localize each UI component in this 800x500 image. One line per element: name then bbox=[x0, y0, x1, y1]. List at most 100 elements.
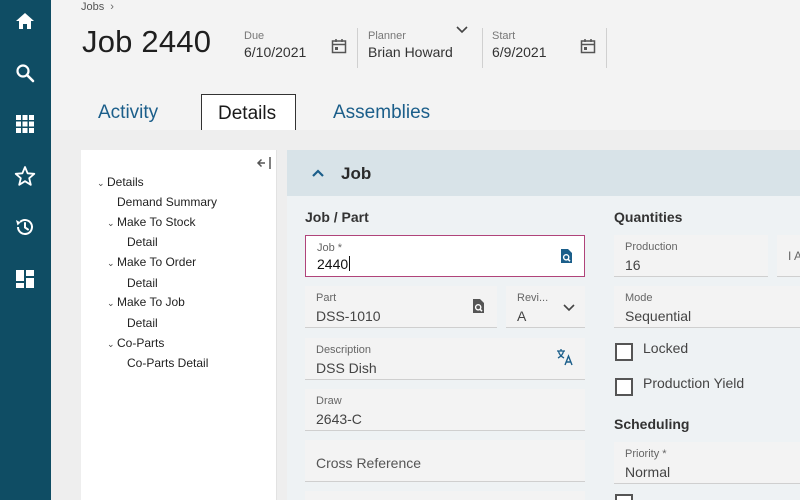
job-section-header[interactable]: Job bbox=[287, 150, 800, 196]
scheduling-heading: Scheduling bbox=[614, 416, 690, 432]
tree-item-make-to-order-detail[interactable]: Detail bbox=[127, 276, 158, 290]
tree-item-co-parts-detail[interactable]: Co-Parts Detail bbox=[127, 356, 208, 370]
nav-rail bbox=[0, 0, 51, 500]
priority-field[interactable]: Priority * Normal bbox=[614, 442, 800, 484]
breadcrumb-jobs-link[interactable]: Jobs bbox=[81, 1, 104, 13]
additional-quantity-field[interactable]: I A bbox=[777, 235, 800, 277]
job-part-heading: Job / Part bbox=[305, 209, 369, 225]
search-icon[interactable] bbox=[12, 60, 38, 86]
tree-item-make-to-job-detail[interactable]: Detail bbox=[127, 316, 158, 330]
production-yield-label: Production Yield bbox=[643, 375, 745, 391]
tree-item-label: Demand Summary bbox=[117, 195, 218, 209]
cross-reference-field[interactable]: Cross Reference bbox=[305, 440, 585, 482]
tree-item-label: Details bbox=[107, 175, 144, 189]
tree-expand-icon: ⌄ bbox=[107, 218, 115, 228]
locked-checkbox[interactable] bbox=[615, 343, 633, 361]
revision-label: Revi... bbox=[517, 292, 549, 304]
translate-icon[interactable] bbox=[556, 348, 574, 371]
start-label: Start bbox=[492, 30, 516, 42]
revision-field[interactable]: Revi... A bbox=[506, 286, 585, 328]
priority-value: Normal bbox=[625, 464, 671, 480]
favorites-star-icon[interactable] bbox=[12, 163, 38, 189]
tree-expand-icon: ⌄ bbox=[97, 178, 105, 188]
due-date-field[interactable]: Due 6/10/2021 bbox=[244, 30, 306, 60]
production-value: 16 bbox=[625, 257, 641, 273]
description-field[interactable]: Description DSS Dish bbox=[305, 338, 585, 380]
tab-details[interactable]: Details bbox=[201, 94, 296, 130]
start-value: 6/9/2021 bbox=[492, 44, 547, 60]
tree-item-label: Make To Stock bbox=[117, 215, 196, 229]
history-icon[interactable] bbox=[12, 214, 38, 240]
tree-item-label: Detail bbox=[127, 235, 158, 249]
text-cursor bbox=[349, 256, 351, 271]
tree-item-label: Detail bbox=[127, 276, 158, 290]
locked-label: Locked bbox=[643, 340, 689, 356]
quantities-heading: Quantities bbox=[614, 209, 683, 225]
job-number-value: 2440 bbox=[317, 256, 349, 272]
tab-assemblies[interactable]: Assemblies bbox=[317, 94, 446, 130]
job-search-icon[interactable] bbox=[558, 248, 574, 269]
header-divider bbox=[606, 28, 607, 68]
tab-activity[interactable]: Activity bbox=[82, 94, 174, 130]
due-calendar-icon[interactable] bbox=[331, 38, 347, 59]
due-value: 6/10/2021 bbox=[244, 44, 307, 60]
mode-value: Sequential bbox=[625, 308, 692, 324]
priority-label: Priority * bbox=[625, 448, 667, 460]
mode-label: Mode bbox=[625, 292, 653, 304]
header-divider bbox=[357, 28, 358, 68]
tree-expand-icon: ⌄ bbox=[107, 339, 115, 349]
details-tree-panel: ⌄ Details Demand Summary ⌄ Make To Stock D… bbox=[81, 150, 277, 500]
record-header: Jobs › Job 2440 Due 6/10/2021 Planner Bri… bbox=[51, 0, 800, 90]
apps-grid-icon[interactable] bbox=[12, 111, 38, 137]
production-quantity-field[interactable]: Production 16 bbox=[614, 235, 768, 277]
planner-value: Brian Howard bbox=[368, 44, 453, 60]
tree-item-label: Co-Parts Detail bbox=[127, 356, 209, 370]
job-number-field[interactable]: Job * 2440 bbox=[305, 235, 585, 277]
home-icon[interactable] bbox=[12, 8, 38, 34]
mode-field[interactable]: Mode Sequential bbox=[614, 286, 800, 328]
production-label: Production bbox=[625, 241, 678, 253]
planner-chevron-down-icon[interactable] bbox=[456, 22, 468, 40]
part-search-icon[interactable] bbox=[470, 298, 486, 319]
revision-value: A bbox=[517, 308, 527, 324]
tree-item-make-to-stock[interactable]: ⌄ Make To Stock bbox=[107, 215, 195, 229]
draw-label: Draw bbox=[316, 395, 342, 407]
tree-item-co-parts[interactable]: ⌄ Co-Parts bbox=[107, 336, 164, 350]
tree-expand-icon: ⌄ bbox=[107, 298, 115, 308]
due-label: Due bbox=[244, 30, 265, 42]
part-label: Part bbox=[316, 292, 337, 304]
tree-item-label: Detail bbox=[127, 316, 158, 330]
job-section-title: Job bbox=[341, 164, 372, 183]
chevron-up-icon[interactable] bbox=[311, 165, 325, 183]
tree-item-make-to-job[interactable]: ⌄ Make To Job bbox=[107, 295, 185, 309]
part-value: DSS-1010 bbox=[316, 308, 381, 324]
description-value: DSS Dish bbox=[316, 360, 377, 376]
header-divider bbox=[482, 28, 483, 68]
draw-field[interactable]: Draw 2643-C bbox=[305, 389, 585, 431]
tree-item-make-to-order[interactable]: ⌄ Make To Order bbox=[107, 255, 196, 269]
next-field[interactable] bbox=[305, 491, 585, 500]
cross-reference-placeholder: Cross Reference bbox=[316, 455, 422, 471]
breadcrumb-separator: › bbox=[110, 1, 114, 13]
dashboard-icon[interactable] bbox=[12, 266, 38, 292]
draw-value: 2643-C bbox=[316, 411, 362, 427]
tree-expand-icon: ⌄ bbox=[107, 258, 115, 268]
tree-item-label: Make To Order bbox=[117, 255, 197, 269]
planner-field[interactable]: Planner Brian Howard bbox=[368, 30, 453, 60]
breadcrumb: Jobs › bbox=[81, 1, 114, 13]
planner-label: Planner bbox=[368, 30, 406, 42]
tree-item-demand-summary[interactable]: Demand Summary bbox=[117, 195, 217, 209]
production-yield-checkbox[interactable] bbox=[615, 378, 633, 396]
tree-item-make-to-stock-detail[interactable]: Detail bbox=[127, 235, 158, 249]
collapse-panel-icon[interactable] bbox=[256, 156, 272, 175]
part-field[interactable]: Part DSS-1010 bbox=[305, 286, 497, 328]
start-date-field[interactable]: Start 6/9/2021 bbox=[492, 30, 547, 60]
page-title: Job 2440 bbox=[82, 24, 212, 59]
partial-checkbox[interactable] bbox=[615, 494, 633, 500]
start-calendar-icon[interactable] bbox=[580, 38, 596, 59]
tree-item-details[interactable]: ⌄ Details bbox=[97, 175, 144, 189]
revision-chevron-down-icon[interactable] bbox=[563, 300, 575, 318]
job-panel: Job Job / Part Quantities Job * 2440 Par… bbox=[287, 150, 800, 500]
tree-item-label: Make To Job bbox=[117, 295, 185, 309]
tab-bar: Activity Details Assemblies bbox=[51, 90, 800, 130]
